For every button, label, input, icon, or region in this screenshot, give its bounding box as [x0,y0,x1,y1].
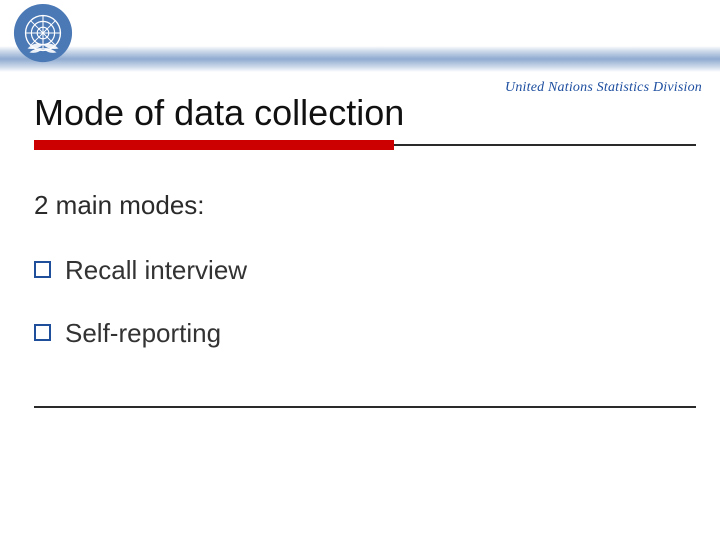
square-bullet-icon [34,261,51,278]
subhead: 2 main modes: [34,190,680,221]
list-item-label: Self-reporting [65,318,221,349]
square-bullet-icon [34,324,51,341]
brand-text: United Nations Statistics Division [505,80,702,96]
list-item: Recall interview [34,255,680,286]
title-rule-right [394,144,696,146]
un-emblem-icon [12,2,74,64]
list-item: Self-reporting [34,318,680,349]
slide: United Nations Statistics Division Mode … [0,0,720,540]
title-underline-red [34,140,394,150]
slide-body: 2 main modes: Recall interview Self-repo… [34,190,680,381]
header-gradient-band [0,46,720,72]
bottom-rule [34,406,696,408]
list-item-label: Recall interview [65,255,247,286]
slide-title: Mode of data collection [34,92,404,134]
